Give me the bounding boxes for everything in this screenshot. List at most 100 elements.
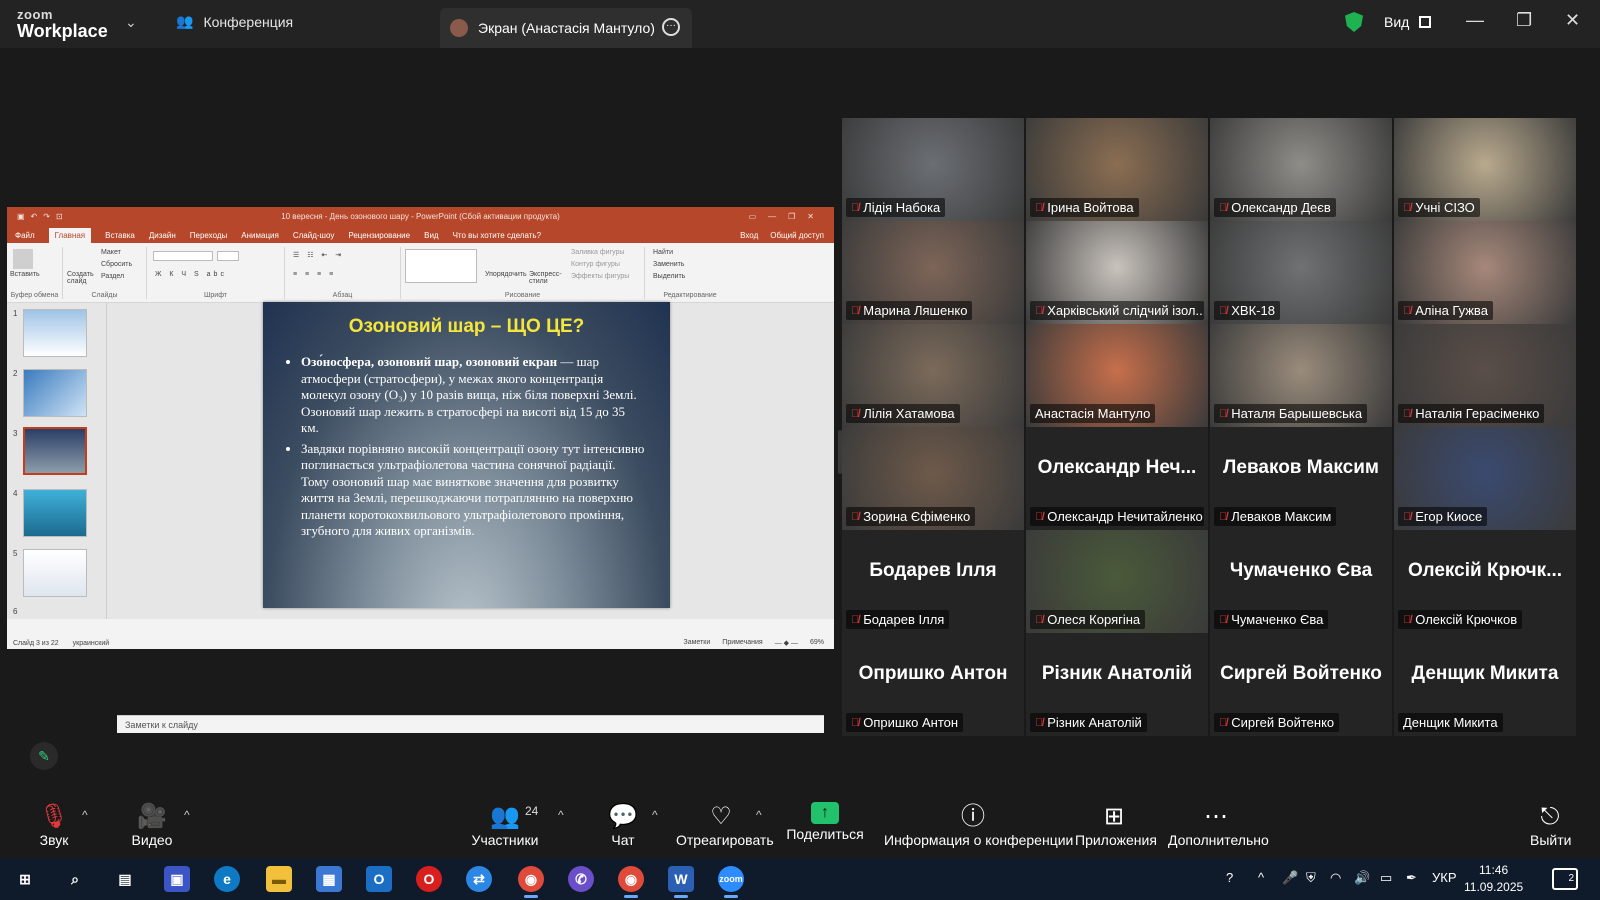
list-buttons[interactable]: ☰ ☷ ⇤ ⇥ [293,251,344,259]
paste-icon[interactable] [13,249,33,269]
participant-tile[interactable]: 🎙̸ Харківський слідчий ізол... [1026,221,1208,324]
participant-tile[interactable]: 🎙̸ Зорина Єфіменко [842,427,1024,530]
ppt-tell-me[interactable]: Что вы хотите сделать? [453,231,541,240]
close-icon[interactable]: ✕ [1565,10,1580,31]
comments-toggle[interactable]: Примечания [722,639,762,647]
search-icon[interactable]: ⌕ [62,866,88,892]
edge-icon[interactable]: e [214,866,240,892]
wifi-icon[interactable]: ◠ [1330,870,1341,886]
slide-thumb-4[interactable] [23,489,87,537]
font-name-select[interactable] [153,251,213,261]
shapes-gallery[interactable] [405,249,477,283]
ppt-tab-file[interactable]: Файл [15,231,35,240]
participant-tile[interactable]: Чумаченко Єва 🎙̸ Чумаченко Єва [1210,530,1392,633]
participant-tile[interactable]: 🎙̸ Аліна Гужва [1394,221,1576,324]
participant-tile[interactable]: Анастасія Мантуло [1026,324,1208,427]
quick-access-toolbar[interactable]: ▣↶↷⊡ [17,207,69,227]
participant-tile[interactable]: 🎙̸ Лідія Набока [842,118,1024,221]
ppt-tab-animation[interactable]: Анимация [241,231,279,240]
slide-thumb-5[interactable] [23,549,87,597]
font-format-buttons[interactable]: Ж К Ч S abc [155,271,227,278]
ppt-tab-insert[interactable]: Вставка [105,231,135,240]
slide-thumb-2[interactable] [23,369,87,417]
app-save-icon[interactable]: ▣ [164,866,190,892]
participant-tile[interactable]: Олександр Неч... 🎙̸ Олександр Нечитайленко [1026,427,1208,530]
video-button[interactable]: 🎥 Видео [128,796,176,858]
participant-tile[interactable]: 🎙̸ Лілія Хатамова [842,324,1024,427]
windows-start-icon[interactable]: ⊞ [12,866,38,892]
slide-thumb-3[interactable] [23,427,87,475]
chevron-down-icon[interactable]: ⌄ [125,14,137,31]
shield-icon[interactable] [1345,12,1363,32]
ppt-share[interactable]: Общий доступ [770,231,824,240]
system-clock[interactable]: 11:46 11.09.2025 [1464,862,1523,896]
chrome-icon[interactable]: ◉ [518,866,544,898]
notifications-icon[interactable]: 2 [1552,868,1578,890]
font-size-select[interactable] [217,251,239,261]
participant-tile[interactable]: 🎙̸ Наталія Герасіменко [1394,324,1576,427]
notes-toggle[interactable]: Заметки [684,639,711,647]
more-icon[interactable]: ··· [662,18,680,36]
pen-icon[interactable]: ✒ [1406,870,1417,886]
more-button[interactable]: ⋯ Дополнительно [1168,796,1269,858]
viber-icon[interactable]: ✆ [568,866,594,892]
teamviewer-icon[interactable]: ⇄ [466,866,492,892]
participant-tile[interactable]: 🎙̸ Егор Киосе [1394,427,1576,530]
caret-up-icon[interactable]: ^ [558,808,564,822]
participant-tile[interactable]: 🎙̸ Олеся Корягіна [1026,530,1208,633]
participant-tile[interactable]: 🎙̸ Ірина Войтова [1026,118,1208,221]
participant-tile[interactable]: Леваков Максим 🎙̸ Леваков Максим [1210,427,1392,530]
shield-tray-icon[interactable]: ⛨ [1306,870,1316,886]
quick-styles-button[interactable]: Экспресс-стили [529,271,563,285]
leave-button[interactable]: ⎋ Выйти [1530,796,1571,858]
reset-button[interactable]: Сбросить [101,261,132,268]
new-slide-button[interactable]: Создать слайд [67,271,97,285]
ppt-tab-design[interactable]: Дизайн [149,231,176,240]
layout-button[interactable]: Макет [101,249,121,256]
replace-button[interactable]: Заменить [653,261,684,268]
participant-tile[interactable]: Олексій Крючк... 🎙̸ Олексій Крючков [1394,530,1576,633]
select-button[interactable]: Выделить [653,273,685,280]
participant-tile[interactable]: Опришко Антон 🎙̸ Опришко Антон [842,633,1024,736]
paste-button[interactable]: Вставить [10,271,40,278]
ppt-sign-in[interactable]: Вход [740,231,758,240]
participant-tile[interactable]: Денщик Микита Денщик Микита [1394,633,1576,736]
word-icon[interactable]: W [668,866,694,898]
caret-up-icon[interactable]: ^ [652,808,658,822]
microphone-icon[interactable]: 🎤 [1282,870,1298,886]
volume-icon[interactable]: 🔊 [1354,870,1370,886]
tab-screen-share[interactable]: Экран (Анастасія Мантуло) ··· [440,8,692,48]
shape-effects-button[interactable]: Эффекты фигуры [571,273,629,280]
slide-thumb-1[interactable] [23,309,87,357]
restore-icon[interactable]: ❐ [1516,10,1532,31]
battery-icon[interactable]: ▭ [1380,870,1392,886]
ppt-tab-slideshow[interactable]: Слайд-шоу [293,231,334,240]
participant-tile[interactable]: 🎙̸ Учні СІЗО [1394,118,1576,221]
participant-tile[interactable]: Сиргей Войтенко 🎙̸ Сиргей Войтенко [1210,633,1392,736]
current-slide[interactable]: Озоновий шар – ЩО ЦЕ? Озо́носфера, озоно… [263,302,670,608]
tray-chevron-icon[interactable]: ^ [1258,870,1264,885]
arrange-button[interactable]: Упорядочить [485,271,527,278]
share-button[interactable]: ↑ Поделиться [786,796,864,858]
participant-tile[interactable]: Різник Анатолій 🎙̸ Різник Анатолій [1026,633,1208,736]
ppt-window-controls[interactable]: ▭—❐✕ [749,207,826,227]
ppt-tab-view[interactable]: Вид [424,231,438,240]
section-button[interactable]: Раздел [101,273,124,280]
view-button[interactable]: Вид [1384,14,1432,30]
shape-fill-button[interactable]: Заливка фигуры [571,249,624,256]
task-view-icon[interactable]: ▤ [112,866,138,892]
outlook-icon[interactable]: O [366,866,392,892]
zoom-level[interactable]: 69% [810,639,824,647]
zoom-taskbar-icon[interactable]: zoom [718,866,744,898]
chrome-icon-2[interactable]: ◉ [618,866,644,898]
participant-tile[interactable]: 🎙̸ Марина Ляшенко [842,221,1024,324]
notes-pane[interactable]: Заметки к слайду [117,715,824,733]
annotate-pencil-icon[interactable]: ✎ [30,742,58,770]
zoom-slider[interactable]: — ◆ — [775,639,798,647]
file-explorer-icon[interactable]: ▬ [266,866,292,892]
react-button[interactable]: ♡ Отреагировать [676,796,774,858]
participant-tile[interactable]: Бодарев Ілля 🎙̸ Бодарев Ілля [842,530,1024,633]
store-icon[interactable]: ▦ [316,866,342,892]
caret-up-icon[interactable]: ^ [756,808,762,822]
tab-conference[interactable]: 👥 Конференция [176,13,293,30]
